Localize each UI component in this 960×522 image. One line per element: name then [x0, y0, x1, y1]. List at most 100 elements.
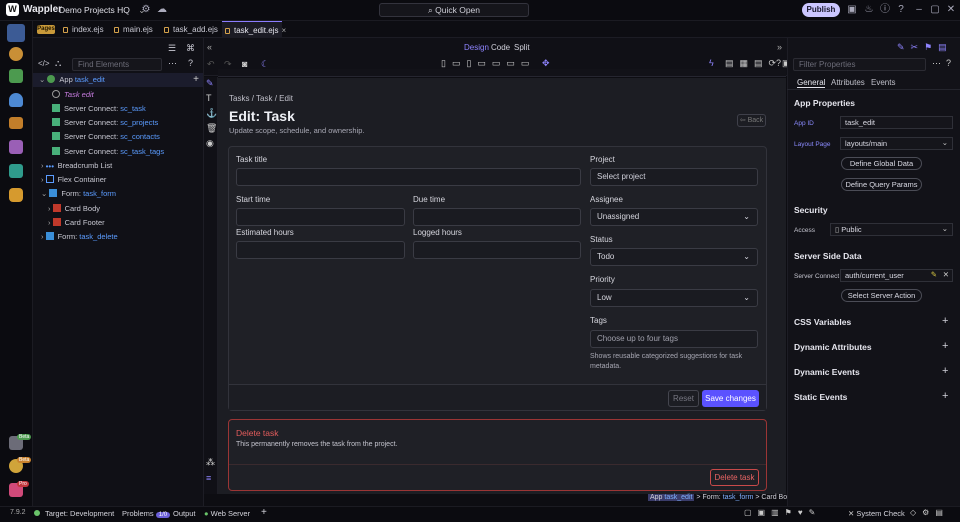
target-selector[interactable]: Target: Development — [45, 509, 114, 518]
camera-icon[interactable]: ◙ — [242, 59, 247, 69]
help-icon[interactable]: ? — [895, 4, 907, 16]
tree-item-flex[interactable]: › Flex Container — [41, 173, 106, 187]
tab-main[interactable]: main.ejs — [111, 21, 160, 38]
dynamic-attributes-heading[interactable]: Dynamic Attributes — [794, 342, 872, 352]
routing-icon[interactable] — [9, 117, 23, 129]
static-events-heading[interactable]: Static Events — [794, 392, 847, 402]
breadcrumb-tasks[interactable]: Tasks — [229, 94, 249, 103]
flame-icon[interactable]: ♨ — [863, 4, 875, 16]
filter-properties-input[interactable]: Filter Properties — [793, 58, 926, 71]
assignee-select[interactable]: Unassigned ⌄ — [590, 208, 758, 226]
text-icon[interactable]: T — [206, 93, 212, 103]
more-icon[interactable]: ⋯ — [168, 58, 177, 69]
add-icon[interactable]: + — [942, 365, 948, 377]
tab-design[interactable]: Design — [464, 43, 489, 52]
pages-icon[interactable] — [7, 24, 25, 42]
logged-hours-input[interactable] — [413, 241, 581, 259]
due-time-input[interactable] — [413, 208, 581, 226]
stack-icon[interactable]: ☰ — [168, 43, 176, 54]
pages-chip[interactable]: Pages — [37, 25, 55, 34]
grid-icon[interactable]: ⁂ — [206, 457, 215, 468]
anchor-icon[interactable]: ⚓ — [206, 108, 217, 119]
status-right-icons[interactable]: ▢▣▥⚑♥✎ — [744, 508, 821, 517]
structure-icon[interactable]: ⛬ — [55, 58, 61, 69]
code-view-icon[interactable]: </> — [38, 59, 50, 68]
tab-task-add[interactable]: task_add.ejs — [161, 21, 221, 38]
tree-item-app[interactable]: ⌄ App task_edit + — [33, 73, 203, 87]
define-global-data-button[interactable]: Define Global Data — [841, 157, 922, 170]
close-window-icon[interactable]: ✕ — [945, 4, 957, 16]
tab-task-edit[interactable]: task_edit.ejs × — [222, 21, 286, 38]
ai-robot-icon[interactable] — [9, 188, 23, 202]
save-button[interactable]: Save changes — [702, 390, 759, 407]
priority-select[interactable]: Low ⌄ — [590, 289, 758, 307]
tab-split[interactable]: Split — [514, 43, 530, 52]
output-button[interactable]: Output — [173, 509, 196, 518]
help-circle-icon[interactable]: ? — [188, 58, 193, 68]
tree-item-form-delete[interactable]: › Form: task_delete — [41, 230, 118, 244]
panel-top-icons[interactable]: ✎✂⚑▤ — [897, 42, 953, 53]
problems-button[interactable]: Problems 1/0 — [122, 509, 171, 518]
device-icons[interactable]: ▯▭▯▭▭▭▭ — [441, 58, 535, 69]
gear-icon[interactable]: ⚙ — [140, 4, 152, 16]
add-icon[interactable]: + — [942, 390, 948, 402]
trash-icon[interactable]: 🗑 — [206, 123, 217, 134]
path-form[interactable]: Form: task_form — [702, 494, 753, 501]
toolbar-right-icons[interactable]: ▤▦▤⟳▣ — [725, 58, 797, 69]
tree-item-form[interactable]: ⌄ Form: task_form — [41, 187, 116, 201]
maximize-icon[interactable]: ▢ — [929, 4, 941, 16]
status-select[interactable]: Todo ⌄ — [590, 248, 758, 266]
add-icon[interactable]: + — [942, 315, 948, 327]
pencil-icon[interactable]: ✎ — [931, 269, 937, 280]
tree-item-sc-task-tags[interactable]: Server Connect: sc_task_tags — [52, 145, 164, 159]
project-selector[interactable]: Demo Projects HQ ⌄ — [59, 5, 145, 16]
info-icon[interactable]: ⓘ — [879, 4, 891, 16]
task-title-input[interactable] — [236, 168, 581, 186]
collapse-right-icon[interactable]: » — [777, 42, 782, 52]
lightning-icon[interactable]: ϟ — [709, 58, 714, 68]
undo-icon[interactable]: ↶ — [207, 59, 215, 70]
panels-icon[interactable]: ▣ — [846, 4, 858, 16]
eye-icon[interactable]: ◉ — [206, 138, 214, 149]
assets-icon[interactable] — [9, 140, 23, 154]
find-elements-input[interactable]: Find Elements — [72, 58, 162, 71]
reset-button[interactable]: Reset — [668, 390, 699, 407]
access-select[interactable]: ▯ Public ⌄ — [830, 223, 953, 236]
cloud-icon[interactable]: ☁ — [156, 4, 168, 16]
help-circle-icon[interactable]: ? — [946, 58, 951, 68]
tree-item-sc-task[interactable]: Server Connect: sc_task — [52, 102, 146, 116]
app-logo[interactable]: W Wappler — [6, 3, 62, 16]
publish-button[interactable]: Publish — [802, 3, 840, 17]
collapse-left-icon[interactable]: « — [207, 42, 212, 52]
tab-index[interactable]: index.ejs — [60, 21, 110, 38]
tags-input[interactable]: Choose up to four tags — [590, 330, 758, 348]
database-icon[interactable] — [9, 93, 23, 107]
close-tab-icon[interactable]: × — [281, 26, 286, 35]
tree-item-sc-contacts[interactable]: Server Connect: sc_contacts — [52, 130, 160, 144]
project-select[interactable]: Select project — [590, 168, 758, 186]
back-button[interactable]: ⇦ Back — [737, 114, 766, 127]
git-icon[interactable] — [9, 69, 23, 83]
quick-open-button[interactable]: ⌕ Quick Open — [379, 3, 529, 17]
edit-icon[interactable]: ✎ — [206, 78, 214, 89]
layers-icon[interactable] — [9, 164, 23, 178]
more-icon[interactable]: ⋯ — [932, 58, 941, 69]
server-connect-input[interactable]: auth/current_user ✎ ✕ — [840, 269, 953, 282]
layout-icon[interactable]: ≡ — [206, 473, 211, 483]
tree-item-card-body[interactable]: › Card Body — [48, 202, 100, 216]
css-variables-heading[interactable]: CSS Variables — [794, 317, 851, 327]
select-server-action-button[interactable]: Select Server Action — [841, 289, 922, 302]
web-server-button[interactable]: ● Web Server — [204, 509, 250, 518]
add-icon[interactable]: + — [261, 507, 267, 518]
hierarchy-icon[interactable]: ⌘ — [186, 43, 195, 54]
move-icon[interactable]: ✥ — [542, 58, 550, 69]
tab-events[interactable]: Events — [871, 78, 895, 87]
tab-attributes[interactable]: Attributes — [831, 78, 865, 87]
tab-general[interactable]: General — [797, 78, 826, 88]
app-id-input[interactable]: task_edit — [840, 116, 953, 129]
tree-item-title[interactable]: Task edit — [52, 88, 94, 102]
tree-item-sc-projects[interactable]: Server Connect: sc_projects — [52, 116, 158, 130]
add-icon[interactable]: + — [942, 340, 948, 352]
add-icon[interactable]: + — [193, 73, 199, 87]
tab-code[interactable]: Code — [491, 43, 510, 52]
